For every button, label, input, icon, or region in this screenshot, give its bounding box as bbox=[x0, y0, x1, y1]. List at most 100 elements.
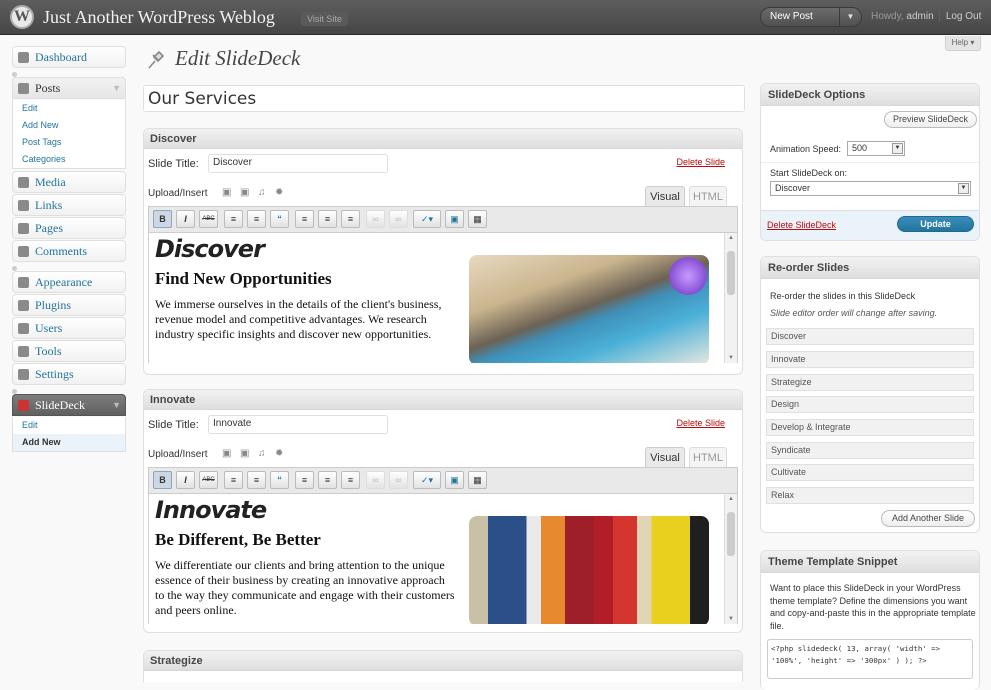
kitchen-sink-button[interactable]: ▦ bbox=[468, 210, 487, 228]
add-image-icon[interactable]: ▣ bbox=[222, 449, 232, 459]
reorder-item[interactable]: Relax bbox=[766, 487, 974, 504]
align-center-button[interactable]: ≡ bbox=[318, 210, 337, 228]
scrollbar-thumb[interactable] bbox=[727, 512, 735, 556]
tab-visual[interactable]: Visual bbox=[645, 447, 685, 467]
menu-slidedeck[interactable]: SlideDeck ▼ bbox=[12, 394, 126, 416]
align-right-button[interactable]: ≡ bbox=[341, 210, 360, 228]
spellcheck-button[interactable]: ✓▾ bbox=[413, 210, 441, 228]
update-button[interactable]: Update bbox=[897, 216, 974, 232]
align-center-button[interactable]: ≡ bbox=[318, 471, 337, 489]
chevron-down-icon[interactable]: ▼ bbox=[839, 8, 861, 26]
reorder-item[interactable]: Strategize bbox=[766, 374, 974, 391]
help-tab[interactable]: Help ▾ bbox=[945, 36, 981, 51]
slide-title-input[interactable]: Innovate bbox=[208, 415, 388, 434]
fullscreen-button[interactable]: ▣ bbox=[445, 210, 464, 228]
reorder-item[interactable]: Cultivate bbox=[766, 464, 974, 481]
box-header[interactable]: Theme Template Snippet bbox=[761, 551, 979, 573]
scrollbar-thumb[interactable] bbox=[727, 251, 735, 295]
submenu-categories[interactable]: Categories bbox=[13, 151, 125, 168]
bullet-list-button[interactable]: ≡ bbox=[224, 210, 243, 228]
menu-users[interactable]: Users bbox=[12, 317, 126, 339]
tab-visual[interactable]: Visual bbox=[645, 186, 685, 206]
reorder-item[interactable]: Develop & Integrate bbox=[766, 419, 974, 436]
snippet-code-textarea[interactable]: <?php slidedeck( 13, array( 'width' => '1… bbox=[767, 639, 973, 679]
new-post-dropdown[interactable]: New Post ▼ bbox=[760, 7, 862, 27]
visit-site-button[interactable]: Visit Site bbox=[301, 12, 348, 26]
add-audio-icon[interactable]: ♫ bbox=[258, 449, 268, 459]
chevron-down-icon[interactable]: ▼ bbox=[112, 78, 121, 98]
fullscreen-button[interactable]: ▣ bbox=[445, 471, 464, 489]
start-slide-select[interactable]: Discover ▼ bbox=[770, 181, 971, 196]
menu-dashboard[interactable]: Dashboard bbox=[12, 46, 126, 68]
menu-comments[interactable]: Comments bbox=[12, 240, 126, 262]
bold-button[interactable]: B bbox=[153, 210, 172, 228]
delete-slidedeck-link[interactable]: Delete SlideDeck bbox=[767, 220, 836, 230]
add-image-icon[interactable]: ▣ bbox=[222, 188, 232, 198]
add-audio-icon[interactable]: ♫ bbox=[258, 188, 268, 198]
menu-plugins[interactable]: Plugins bbox=[12, 294, 126, 316]
menu-posts[interactable]: Posts ▼ bbox=[12, 77, 126, 99]
add-video-icon[interactable]: ▣ bbox=[240, 188, 250, 198]
submenu-post-tags[interactable]: Post Tags bbox=[13, 134, 125, 151]
box-header[interactable]: SlideDeck Options bbox=[761, 84, 979, 106]
unlink-button[interactable]: ∞ bbox=[389, 471, 408, 489]
editor-content[interactable]: Discover Find New Opportunities We immer… bbox=[149, 233, 737, 363]
slidedeck-title-input[interactable]: Our Services bbox=[143, 85, 745, 112]
menu-appearance[interactable]: Appearance bbox=[12, 271, 126, 293]
scroll-down-icon[interactable]: ▼ bbox=[728, 355, 734, 361]
site-title[interactable]: Just Another WordPress Weblog bbox=[43, 7, 275, 28]
submenu-add-new[interactable]: Add New bbox=[13, 434, 125, 451]
bullet-list-button[interactable]: ≡ bbox=[224, 471, 243, 489]
menu-links[interactable]: Links bbox=[12, 194, 126, 216]
scroll-up-icon[interactable]: ▲ bbox=[728, 496, 734, 502]
delete-slide-link[interactable]: Delete Slide bbox=[676, 418, 725, 428]
chevron-down-icon[interactable]: ▼ bbox=[112, 395, 121, 415]
insert-link-button[interactable]: ∞ bbox=[366, 210, 385, 228]
scroll-up-icon[interactable]: ▲ bbox=[728, 235, 734, 241]
blockquote-button[interactable]: “ bbox=[270, 210, 289, 228]
strikethrough-button[interactable]: ABC bbox=[199, 471, 218, 489]
strikethrough-button[interactable]: ABC bbox=[199, 210, 218, 228]
italic-button[interactable]: I bbox=[176, 210, 195, 228]
spellcheck-button[interactable]: ✓▾ bbox=[413, 471, 441, 489]
slide-header[interactable]: Discover bbox=[144, 129, 742, 149]
reorder-item[interactable]: Design bbox=[766, 396, 974, 413]
numbered-list-button[interactable]: ≡ bbox=[247, 210, 266, 228]
add-media-icon[interactable]: ✹ bbox=[275, 449, 285, 459]
reorder-item[interactable]: Syndicate bbox=[766, 442, 974, 459]
insert-link-button[interactable]: ∞ bbox=[366, 471, 385, 489]
editor-scrollbar[interactable]: ▲ ▼ bbox=[724, 233, 737, 363]
blockquote-button[interactable]: “ bbox=[270, 471, 289, 489]
add-video-icon[interactable]: ▣ bbox=[240, 449, 250, 459]
align-left-button[interactable]: ≡ bbox=[295, 471, 314, 489]
unlink-button[interactable]: ∞ bbox=[389, 210, 408, 228]
submenu-edit[interactable]: Edit bbox=[13, 100, 125, 117]
slide-header[interactable]: Strategize bbox=[144, 651, 742, 671]
reorder-item[interactable]: Innovate bbox=[766, 351, 974, 368]
italic-button[interactable]: I bbox=[176, 471, 195, 489]
slide-title-input[interactable]: Discover bbox=[208, 154, 388, 173]
menu-tools[interactable]: Tools bbox=[12, 340, 126, 362]
submenu-add-new[interactable]: Add New bbox=[13, 117, 125, 134]
kitchen-sink-button[interactable]: ▦ bbox=[468, 471, 487, 489]
menu-pages[interactable]: Pages bbox=[12, 217, 126, 239]
tab-html[interactable]: HTML bbox=[689, 186, 727, 206]
username-link[interactable]: admin bbox=[906, 11, 933, 22]
add-another-slide-button[interactable]: Add Another Slide bbox=[881, 510, 975, 527]
align-right-button[interactable]: ≡ bbox=[341, 471, 360, 489]
animation-speed-select[interactable]: 500 ▼ bbox=[847, 141, 905, 156]
submenu-edit[interactable]: Edit bbox=[13, 417, 125, 434]
delete-slide-link[interactable]: Delete Slide bbox=[676, 157, 725, 167]
scroll-down-icon[interactable]: ▼ bbox=[728, 616, 734, 622]
menu-media[interactable]: Media bbox=[12, 171, 126, 193]
align-left-button[interactable]: ≡ bbox=[295, 210, 314, 228]
editor-content[interactable]: Innovate Be Different, Be Better We diff… bbox=[149, 494, 737, 624]
numbered-list-button[interactable]: ≡ bbox=[247, 471, 266, 489]
preview-slidedeck-button[interactable]: Preview SlideDeck bbox=[884, 111, 977, 128]
editor-scrollbar[interactable]: ▲ ▼ bbox=[724, 494, 737, 624]
menu-settings[interactable]: Settings bbox=[12, 363, 126, 385]
tab-html[interactable]: HTML bbox=[689, 447, 727, 467]
add-media-icon[interactable]: ✹ bbox=[275, 188, 285, 198]
logout-link[interactable]: Log Out bbox=[946, 11, 982, 22]
box-header[interactable]: Re-order Slides bbox=[761, 257, 979, 279]
